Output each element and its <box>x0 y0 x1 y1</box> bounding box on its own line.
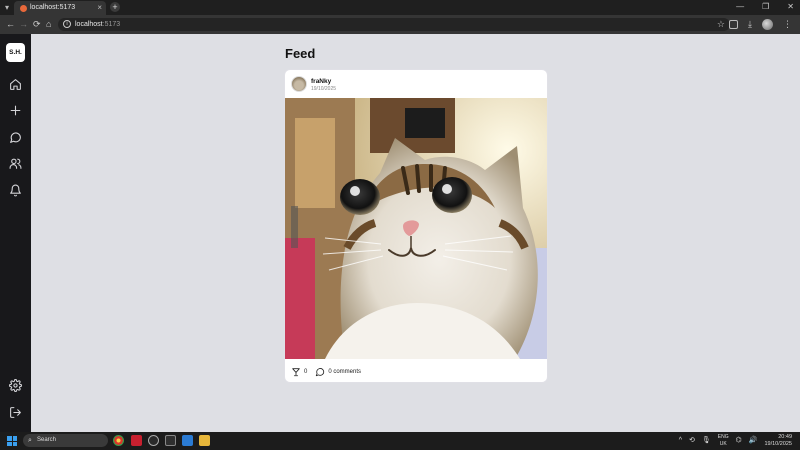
page-title: Feed <box>285 46 316 61</box>
file-explorer-icon[interactable] <box>199 435 210 446</box>
comment-icon[interactable] <box>315 367 325 377</box>
vscode-icon[interactable] <box>182 435 193 446</box>
users-icon[interactable] <box>9 157 22 170</box>
lang-bottom: UK <box>719 440 727 447</box>
forward-button[interactable]: → <box>19 19 28 30</box>
avatar[interactable] <box>291 76 307 92</box>
url-host: localhost <box>75 21 103 28</box>
post-image[interactable] <box>285 98 547 359</box>
home-button[interactable]: ⌂ <box>46 19 51 30</box>
app-icon-red[interactable] <box>131 435 142 446</box>
profile-avatar[interactable] <box>762 18 773 30</box>
address-bar[interactable]: i localhost:5173 ☆ <box>58 18 730 31</box>
plus-icon[interactable] <box>9 104 22 117</box>
post-date: 19/10/2025 <box>311 86 337 92</box>
extensions-icon[interactable] <box>729 19 739 29</box>
post-actions: 0 0 comments <box>291 366 361 378</box>
windows-start-icon[interactable] <box>7 436 17 446</box>
new-tab-button[interactable]: + <box>110 2 120 12</box>
clock-time: 20:49 <box>778 433 792 440</box>
tray-overflow-icon[interactable]: ^ <box>679 433 682 448</box>
post-username[interactable]: fraNky <box>311 77 331 86</box>
volume-icon[interactable]: 🔊 <box>749 433 758 448</box>
post-card: fraNky 19/10/2025 0 0 comments <box>285 70 547 382</box>
os-taskbar: ⌕ Search ^ ⟲ 🎙 ENG UK ⌬ 🔊 20:49 19/10/20… <box>0 432 800 450</box>
mic-icon[interactable]: 🎙 <box>702 433 711 448</box>
back-button[interactable]: ← <box>6 19 15 30</box>
minimize-button[interactable]: — <box>736 2 744 12</box>
tab-close-icon[interactable]: × <box>97 3 102 13</box>
lang-top: ENG <box>717 434 729 440</box>
taskbar-search[interactable]: ⌕ Search <box>23 434 108 447</box>
browser-tab[interactable]: localhost:5173 × <box>14 1 106 15</box>
tab-search-icon[interactable]: ▾ <box>5 3 9 12</box>
gear-icon[interactable] <box>9 379 22 392</box>
favicon-icon <box>20 5 27 12</box>
browser-tabbar: ▾ localhost:5173 × + — ❐ ✕ <box>0 0 800 15</box>
system-tray: ^ ⟲ 🎙 ENG UK ⌬ 🔊 20:49 19/10/2025 <box>679 433 792 448</box>
like-icon[interactable] <box>291 367 301 377</box>
url-port: :5173 <box>102 21 121 28</box>
reload-button[interactable]: ⟳ <box>33 19 41 30</box>
network-icon[interactable]: ⌬ <box>736 433 742 448</box>
more-menu-icon[interactable]: ⋮ <box>783 18 792 30</box>
bookmark-star-icon[interactable]: ☆ <box>717 18 725 31</box>
like-count: 0 <box>304 369 308 375</box>
maximize-button[interactable]: ❐ <box>762 2 769 12</box>
chat-icon[interactable] <box>9 131 22 144</box>
close-window-button[interactable]: ✕ <box>787 2 794 12</box>
sync-icon[interactable]: ⟲ <box>689 433 695 448</box>
app-sidebar: S.H. <box>0 34 31 432</box>
home-icon[interactable] <box>9 78 22 91</box>
url-text: localhost:5173 <box>75 19 120 30</box>
cat-photo <box>285 98 547 359</box>
chrome-icon[interactable] <box>113 435 124 446</box>
browser-navbar: ← → ⟳ ⌂ i localhost:5173 ☆ ⤓ ⋮ <box>0 15 800 34</box>
search-icon: ⌕ <box>28 437 32 444</box>
comments-count[interactable]: 0 comments <box>328 367 361 377</box>
tab-title: localhost:5173 <box>30 4 76 11</box>
site-info-icon[interactable]: i <box>63 20 71 28</box>
download-icon[interactable]: ⤓ <box>748 18 752 30</box>
app-icon-circle[interactable] <box>148 435 159 446</box>
toolbar-icons: ⤓ ⋮ <box>729 18 792 30</box>
app-logo[interactable]: S.H. <box>6 43 25 62</box>
language-indicator[interactable]: ENG UK <box>718 434 729 447</box>
search-placeholder: Search <box>37 437 57 443</box>
window-controls: — ❐ ✕ <box>736 2 794 12</box>
terminal-icon[interactable] <box>165 435 176 446</box>
clock[interactable]: 20:49 19/10/2025 <box>764 434 792 448</box>
bell-icon[interactable] <box>9 184 22 197</box>
clock-date: 19/10/2025 <box>764 440 792 447</box>
logout-icon[interactable] <box>9 406 22 419</box>
